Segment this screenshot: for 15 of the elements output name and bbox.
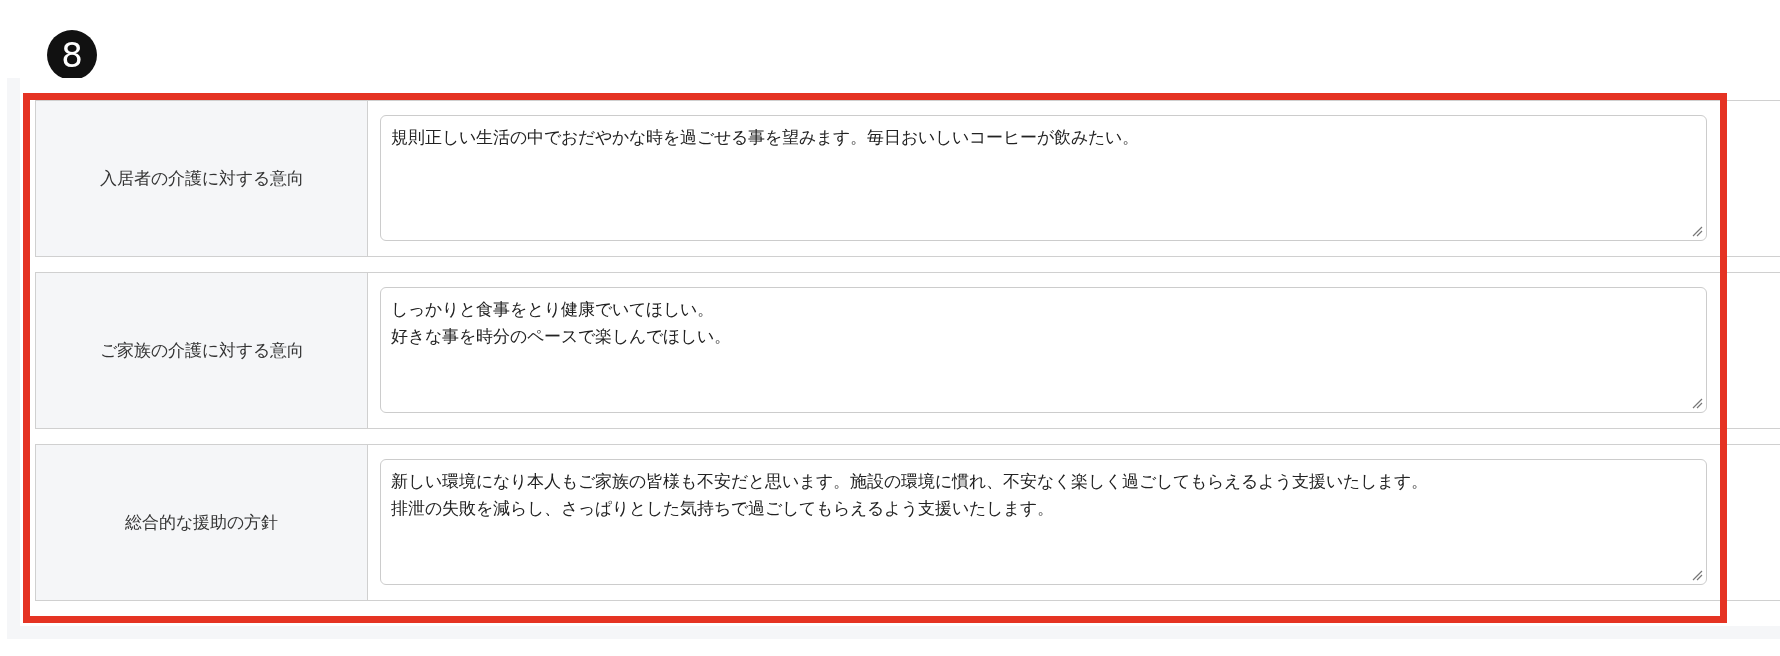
field-label: 入居者の介護に対する意向 <box>36 101 368 256</box>
field-label: ご家族の介護に対する意向 <box>36 273 368 428</box>
text-line: 規則正しい生活の中でおだやかな時を過ごせる事を望みます。毎日おいしいコーヒーが飲みたい。 <box>391 126 1139 149</box>
text-line: 排泄の失敗を減らし、さっぱりとした気持ちで過ごしてもらえるよう支援いたします。 <box>391 497 1054 521</box>
text-line: 新しい環境になり本人もご家族の皆様も不安だと思います。施設の環境に慣れ、不安なく楽しく過ごしてもらえるよう支援いたします。 <box>391 470 1428 493</box>
resize-handle-icon[interactable] <box>1692 226 1703 237</box>
resize-handle-icon[interactable] <box>1692 398 1703 409</box>
text-area[interactable]: 規則正しい生活の中でおだやかな時を過ごせる事を望みます。毎日おいしいコーヒーが飲みたい。 <box>380 115 1707 241</box>
text-area[interactable]: しっかりと食事をとり健康でいてほしい。 好きな事を時分のペースで楽しんでほしい。 <box>380 287 1707 413</box>
text-line: しっかりと食事をとり健康でいてほしい。 <box>391 298 714 321</box>
field-label: 総合的な援助の方針 <box>36 445 368 600</box>
resize-handle-icon[interactable] <box>1692 570 1703 581</box>
text-line: 好きな事を時分のペースで楽しんでほしい。 <box>391 325 731 349</box>
step-number-badge: 8 <box>47 30 97 80</box>
text-area[interactable]: 新しい環境になり本人もご家族の皆様も不安だと思います。施設の環境に慣れ、不安なく楽しく過ごしてもらえるよう支援いたします。 排泄の失敗を減らし、さっぱりとした気持ちで過ごしてもらえるよう支援いたします。 <box>380 459 1707 585</box>
